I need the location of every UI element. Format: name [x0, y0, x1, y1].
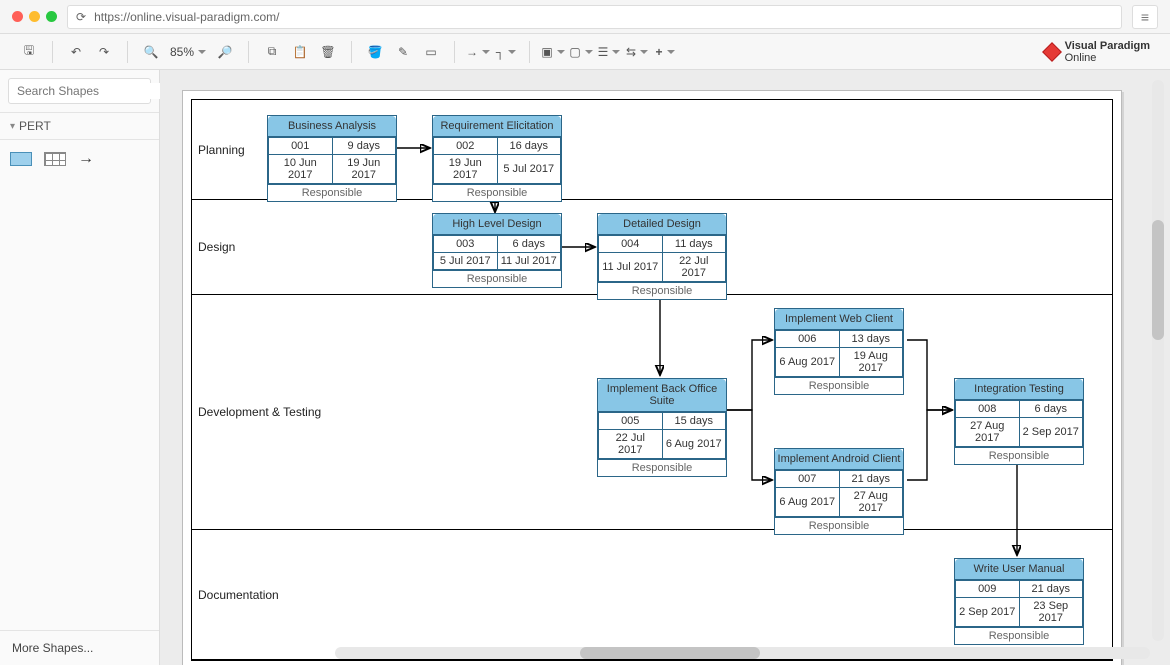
pert-responsible: Responsible — [598, 282, 726, 299]
pert-high-level-design[interactable]: High Level Design 0036 days 5 Jul 201711… — [432, 213, 562, 288]
app-toolbar: 🖫 ↶ ↷ 🔍 85% 🔎 ⧉ 📋 🗑 🪣 ✎ ▭ → ┐ — [0, 34, 1170, 70]
arrow-shape[interactable]: → — [78, 150, 94, 168]
brand-sub: Online — [1065, 52, 1097, 64]
palette-body: → — [0, 140, 159, 178]
send-front-icon[interactable]: ▣ — [542, 41, 564, 63]
vertical-scrollbar[interactable] — [1152, 80, 1164, 641]
pert-table-shape[interactable] — [44, 152, 66, 166]
maximize-window-icon[interactable] — [46, 11, 57, 22]
lane-label: Design — [198, 240, 235, 254]
shadow-icon[interactable]: ▭ — [420, 41, 442, 63]
pert-android-client[interactable]: Implement Android Client 00721 days 6 Au… — [774, 448, 904, 535]
delete-icon[interactable]: 🗑 — [317, 41, 339, 63]
scroll-thumb[interactable] — [580, 647, 760, 659]
reload-icon[interactable] — [76, 10, 86, 24]
redo-icon[interactable]: ↷ — [93, 41, 115, 63]
palette-header[interactable]: PERT — [0, 113, 159, 140]
diagram-canvas[interactable]: Planning Design Development & Testing Do… — [182, 90, 1122, 665]
browser-chrome: https://online.visual-paradigm.com/ ≡ — [0, 0, 1170, 34]
logo-icon — [1042, 42, 1062, 62]
waypoint-style-icon[interactable]: ┐ — [495, 41, 517, 63]
application-window: https://online.visual-paradigm.com/ ≡ 🖫 … — [0, 0, 1170, 665]
search-shapes-input[interactable]: 🔍 — [8, 78, 151, 104]
address-bar[interactable]: https://online.visual-paradigm.com/ — [67, 5, 1122, 29]
minimize-window-icon[interactable] — [29, 11, 40, 22]
canvas-area[interactable]: ∥ Planning Design Development & Testing … — [160, 70, 1170, 665]
pert-title: Integration Testing — [955, 379, 1083, 400]
pert-title: Implement Android Client — [775, 449, 903, 470]
pert-responsible: Responsible — [268, 184, 396, 201]
browser-menu-icon[interactable]: ≡ — [1132, 5, 1158, 29]
copy-icon[interactable]: ⧉ — [261, 41, 283, 63]
window-controls — [12, 11, 57, 22]
fill-color-icon[interactable]: 🪣 — [364, 41, 386, 63]
pert-responsible: Responsible — [433, 184, 561, 201]
pert-responsible: Responsible — [598, 459, 726, 476]
pert-title: Implement Web Client — [775, 309, 903, 330]
zoom-level[interactable]: 85% — [168, 45, 208, 59]
pert-responsible: Responsible — [433, 270, 561, 287]
pert-web-client[interactable]: Implement Web Client 00613 days 6 Aug 20… — [774, 308, 904, 395]
close-window-icon[interactable] — [12, 11, 23, 22]
stroke-color-icon[interactable]: ✎ — [392, 41, 414, 63]
pert-user-manual[interactable]: Write User Manual 00921 days 2 Sep 20172… — [954, 558, 1084, 645]
pert-responsible: Responsible — [955, 627, 1083, 644]
pert-back-office[interactable]: Implement Back Office Suite 00515 days 2… — [597, 378, 727, 477]
pert-responsible: Responsible — [955, 447, 1083, 464]
zoom-in-icon[interactable]: 🔎 — [214, 41, 236, 63]
pert-title: Business Analysis — [268, 116, 396, 137]
pert-title: Detailed Design — [598, 214, 726, 235]
pert-block-shape[interactable] — [10, 152, 32, 166]
distribute-icon[interactable]: ⇆ — [626, 41, 648, 63]
more-shapes-button[interactable]: More Shapes... — [0, 630, 159, 665]
url-text: https://online.visual-paradigm.com/ — [94, 10, 279, 24]
save-icon[interactable]: 🖫 — [18, 41, 40, 63]
scroll-thumb[interactable] — [1152, 220, 1164, 340]
lane-label: Documentation — [198, 588, 279, 602]
pert-integration-testing[interactable]: Integration Testing 0086 days 27 Aug 201… — [954, 378, 1084, 465]
lane-label: Development & Testing — [198, 405, 321, 419]
pert-responsible: Responsible — [775, 377, 903, 394]
search-field[interactable] — [15, 83, 174, 99]
palette-title: PERT — [19, 119, 51, 133]
send-back-icon[interactable]: ▢ — [570, 41, 592, 63]
brand-name: Visual Paradigm — [1065, 40, 1150, 52]
undo-icon[interactable]: ↶ — [65, 41, 87, 63]
app-body: 🔍 PERT → More Shapes... ∥ Planning — [0, 70, 1170, 665]
pert-detailed-design[interactable]: Detailed Design 00411 days 11 Jul 201722… — [597, 213, 727, 300]
pert-requirement-elicitation[interactable]: Requirement Elicitation 00216 days 19 Ju… — [432, 115, 562, 202]
pert-title: Write User Manual — [955, 559, 1083, 580]
connector-style-icon[interactable]: → — [467, 41, 489, 63]
lane-label: Planning — [198, 143, 245, 157]
pert-business-analysis[interactable]: Business Analysis 0019 days 10 Jun 20171… — [267, 115, 397, 202]
add-icon[interactable]: + — [654, 41, 676, 63]
brand-logo: Visual ParadigmOnline — [1045, 40, 1160, 64]
pert-title: High Level Design — [433, 214, 561, 235]
shapes-sidebar: 🔍 PERT → More Shapes... — [0, 70, 160, 665]
pert-responsible: Responsible — [775, 517, 903, 534]
zoom-out-icon[interactable]: 🔍 — [140, 41, 162, 63]
paste-icon[interactable]: 📋 — [289, 41, 311, 63]
pert-title: Requirement Elicitation — [433, 116, 561, 137]
align-icon[interactable]: ☰ — [598, 41, 620, 63]
pert-title: Implement Back Office Suite — [598, 379, 726, 412]
swimlane-container: Planning Design Development & Testing Do… — [191, 99, 1113, 661]
horizontal-scrollbar[interactable] — [335, 647, 1150, 659]
